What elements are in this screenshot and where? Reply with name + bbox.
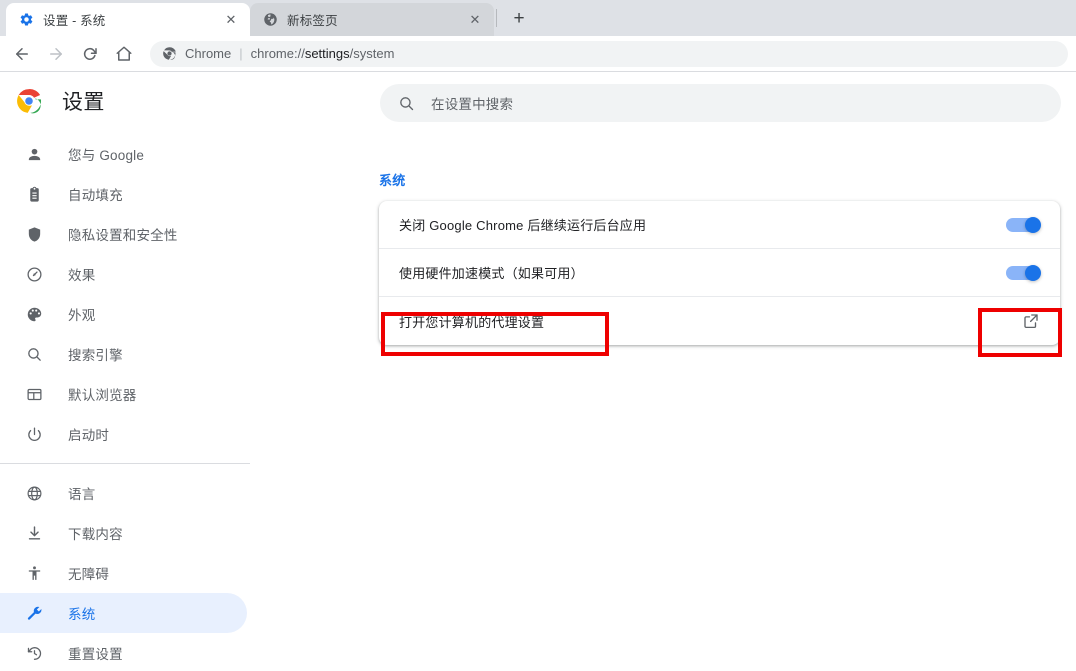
sidebar-item-downloads[interactable]: 下载内容 bbox=[0, 513, 247, 553]
tab-strip: 设置 - 系统 ✕ 新标签页 ✕ + bbox=[0, 0, 1076, 36]
sidebar-item-languages[interactable]: 语言 bbox=[0, 473, 247, 513]
sidebar-item-label: 隐私设置和安全性 bbox=[68, 228, 178, 243]
tab-close-icon[interactable]: ✕ bbox=[222, 11, 240, 29]
sidebar-item-label: 外观 bbox=[68, 308, 96, 323]
hardware-acceleration-toggle[interactable] bbox=[1006, 264, 1041, 281]
sidebar-item-label: 您与 Google bbox=[68, 148, 145, 163]
sidebar-item-default-browser[interactable]: 默认浏览器 bbox=[0, 374, 247, 414]
sidebar-nav-group-2: 语言 下载内容 无障碍 系统 重置设置 bbox=[0, 473, 300, 671]
sidebar-item-autofill[interactable]: 自动填充 bbox=[0, 174, 247, 214]
url-host: settings bbox=[304, 46, 350, 61]
globe-icon bbox=[24, 483, 44, 503]
restore-icon bbox=[24, 643, 44, 663]
new-tab-button[interactable]: + bbox=[505, 4, 533, 32]
section-title-system: 系统 bbox=[379, 173, 406, 188]
settings-page: 设置 您与 Google 自动填充 隐私设置和安全性 效果 外观 搜索引擎 默认… bbox=[0, 72, 1076, 671]
tab-settings[interactable]: 设置 - 系统 ✕ bbox=[6, 3, 250, 36]
tab-new-tab[interactable]: 新标签页 ✕ bbox=[250, 3, 494, 36]
sidebar-item-reset-settings[interactable]: 重置设置 bbox=[0, 633, 247, 671]
background-apps-toggle[interactable] bbox=[1006, 216, 1041, 233]
sidebar-item-label: 下载内容 bbox=[68, 527, 123, 542]
sidebar-item-label: 自动填充 bbox=[68, 188, 123, 203]
back-button[interactable] bbox=[8, 40, 36, 68]
download-icon bbox=[24, 523, 44, 543]
clipboard-icon bbox=[24, 184, 44, 204]
browser-toolbar: Chrome | chrome://settings/system bbox=[0, 36, 1076, 72]
wrench-icon bbox=[24, 603, 44, 623]
sidebar-item-label: 默认浏览器 bbox=[68, 388, 137, 403]
search-container: 在设置中搜索 bbox=[300, 72, 1076, 122]
sidebar-item-performance[interactable]: 效果 bbox=[0, 254, 247, 294]
search-placeholder: 在设置中搜索 bbox=[431, 97, 514, 112]
palette-icon bbox=[24, 304, 44, 324]
sidebar-item-label: 语言 bbox=[68, 487, 96, 502]
url-path: /system bbox=[349, 46, 395, 61]
sidebar-item-label: 系统 bbox=[68, 607, 96, 622]
speedometer-icon bbox=[24, 264, 44, 284]
sidebar-nav-group-1: 您与 Google 自动填充 隐私设置和安全性 效果 外观 搜索引擎 默认浏览器… bbox=[0, 134, 300, 454]
home-button[interactable] bbox=[110, 40, 138, 68]
sidebar-item-accessibility[interactable]: 无障碍 bbox=[0, 553, 247, 593]
omnibox-separator: | bbox=[239, 46, 243, 61]
sidebar-item-appearance[interactable]: 外观 bbox=[0, 294, 247, 334]
chrome-logo-icon bbox=[162, 46, 177, 61]
browser-window-icon bbox=[24, 384, 44, 404]
gear-icon bbox=[18, 12, 34, 28]
row-label: 打开您计算机的代理设置 bbox=[399, 314, 545, 330]
sidebar-item-privacy-security[interactable]: 隐私设置和安全性 bbox=[0, 214, 247, 254]
accessibility-icon bbox=[24, 563, 44, 583]
tab-close-icon[interactable]: ✕ bbox=[466, 11, 484, 29]
sidebar-item-label: 重置设置 bbox=[68, 647, 123, 662]
toggle-knob bbox=[1025, 264, 1041, 281]
search-icon bbox=[398, 95, 415, 112]
forward-button[interactable] bbox=[42, 40, 70, 68]
toggle-knob bbox=[1025, 216, 1041, 233]
sidebar-item-label: 无障碍 bbox=[68, 567, 110, 582]
system-settings-card: 关闭 Google Chrome 后继续运行后台应用 使用硬件加速模式（如果可用… bbox=[379, 201, 1060, 345]
sidebar-item-label: 启动时 bbox=[68, 428, 110, 443]
url-scheme: chrome:// bbox=[250, 46, 305, 61]
row-open-proxy-settings[interactable]: 打开您计算机的代理设置 bbox=[379, 297, 1060, 345]
settings-brand: 设置 bbox=[0, 72, 300, 128]
sidebar-item-you-and-google[interactable]: 您与 Google bbox=[0, 134, 247, 174]
tab-title: 设置 - 系统 bbox=[43, 14, 106, 28]
row-label: 使用硬件加速模式（如果可用） bbox=[399, 266, 584, 281]
globe-icon bbox=[262, 12, 278, 28]
settings-title: 设置 bbox=[62, 91, 105, 114]
power-icon bbox=[24, 424, 44, 444]
settings-sidebar: 设置 您与 Google 自动填充 隐私设置和安全性 效果 外观 搜索引擎 默认… bbox=[0, 72, 300, 671]
reload-button[interactable] bbox=[76, 40, 104, 68]
external-link-icon[interactable] bbox=[1022, 312, 1040, 330]
person-icon bbox=[24, 144, 44, 164]
browser-window: 设置 - 系统 ✕ 新标签页 ✕ + Chrome | chrome:// se… bbox=[0, 0, 1076, 671]
search-input[interactable]: 在设置中搜索 bbox=[380, 84, 1061, 122]
sidebar-item-search-engine[interactable]: 搜索引擎 bbox=[0, 334, 247, 374]
address-bar[interactable]: Chrome | chrome://settings/system bbox=[150, 40, 1068, 67]
shield-icon bbox=[24, 224, 44, 244]
sidebar-item-label: 效果 bbox=[68, 268, 96, 283]
sidebar-divider bbox=[0, 463, 250, 464]
sidebar-item-system[interactable]: 系统 bbox=[0, 593, 247, 633]
sidebar-item-label: 搜索引擎 bbox=[68, 348, 123, 363]
search-icon bbox=[24, 344, 44, 364]
row-continue-background-apps[interactable]: 关闭 Google Chrome 后继续运行后台应用 bbox=[379, 201, 1060, 249]
row-hardware-acceleration[interactable]: 使用硬件加速模式（如果可用） bbox=[379, 249, 1060, 297]
sidebar-item-on-startup[interactable]: 启动时 bbox=[0, 414, 247, 454]
security-chip-label: Chrome bbox=[185, 46, 232, 61]
tab-divider bbox=[496, 9, 497, 27]
tab-title: 新标签页 bbox=[287, 14, 338, 28]
row-label: 关闭 Google Chrome 后继续运行后台应用 bbox=[399, 218, 647, 233]
chrome-logo-icon bbox=[16, 88, 42, 114]
settings-content: 在设置中搜索 系统 关闭 Google Chrome 后继续运行后台应用 使用硬… bbox=[300, 72, 1076, 671]
